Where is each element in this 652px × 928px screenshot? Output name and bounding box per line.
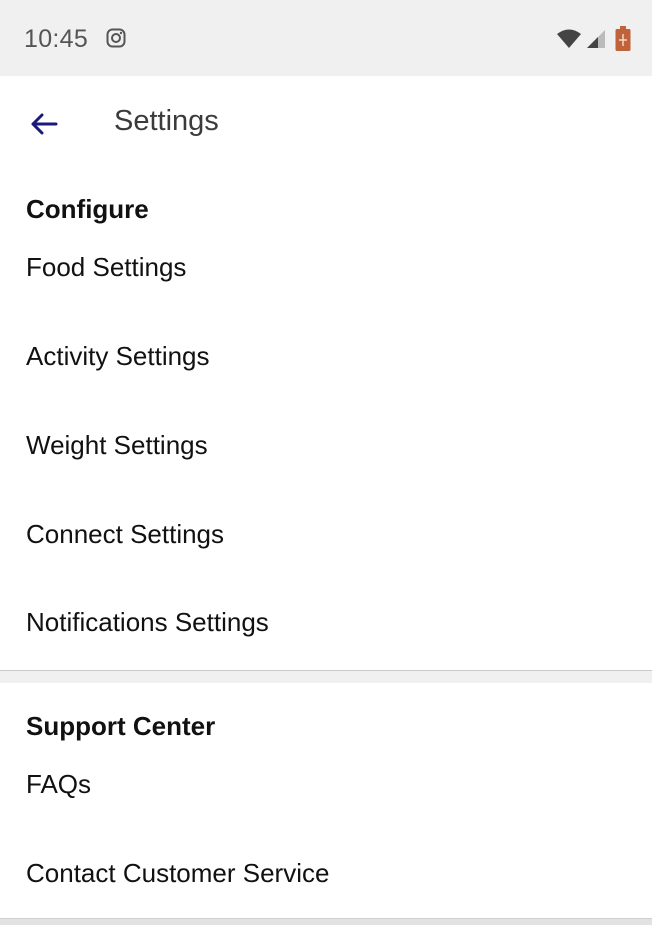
menu-item-weight-settings[interactable]: Weight Settings	[0, 412, 652, 500]
menu-item-activity-settings[interactable]: Activity Settings	[0, 323, 652, 411]
back-arrow-icon[interactable]	[26, 106, 62, 142]
configure-section: Configure Food Settings Activity Setting…	[0, 170, 652, 670]
support-center-section: Support Center FAQs Contact Customer Ser…	[0, 683, 652, 918]
section-heading-support-center: Support Center	[26, 711, 216, 741]
menu-item-label: Contact Customer Service	[26, 858, 330, 888]
app-bar: Settings	[0, 76, 652, 170]
page-title: Settings	[114, 105, 219, 137]
section-gap	[0, 671, 652, 683]
menu-item-label: Connect Settings	[26, 519, 225, 549]
status-bar: 10:45	[0, 0, 652, 76]
menu-item-notifications-settings[interactable]: Notifications Settings	[0, 589, 652, 677]
menu-item-faqs[interactable]: FAQs	[0, 751, 652, 839]
menu-item-label: Food Settings	[26, 252, 187, 282]
menu-item-label: Activity Settings	[26, 341, 210, 371]
menu-item-contact-customer-service[interactable]: Contact Customer Service	[0, 840, 652, 928]
section-heading-configure: Configure	[26, 194, 149, 224]
battery-icon	[615, 26, 631, 51]
menu-item-label: FAQs	[26, 769, 92, 799]
wifi-icon	[557, 29, 581, 48]
menu-item-label: Weight Settings	[26, 430, 208, 460]
signal-icon	[587, 30, 605, 48]
status-time: 10:45	[24, 25, 89, 53]
menu-item-food-settings[interactable]: Food Settings	[0, 234, 652, 322]
instagram-icon	[106, 28, 126, 48]
menu-item-connect-settings[interactable]: Connect Settings	[0, 501, 652, 589]
menu-item-label: Notifications Settings	[26, 607, 269, 637]
